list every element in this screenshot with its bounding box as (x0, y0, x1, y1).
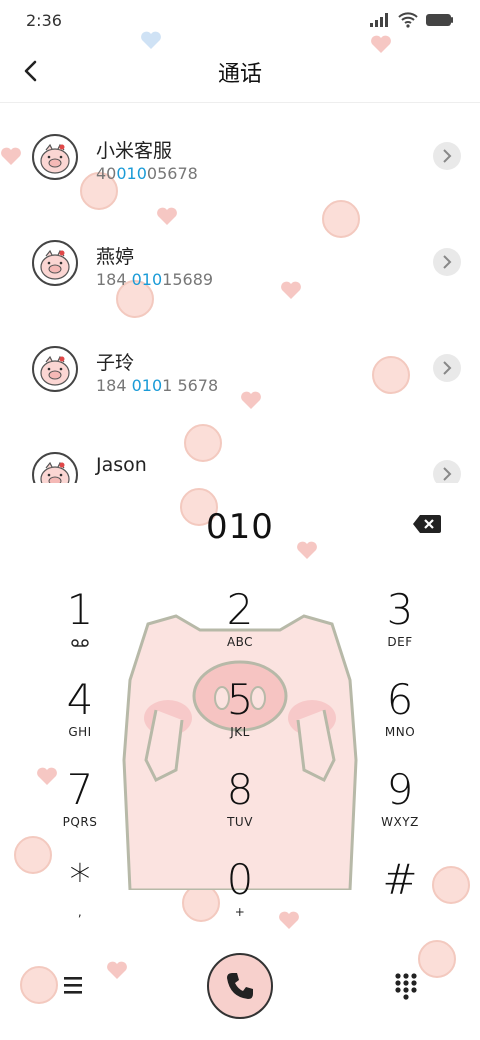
menu-button[interactable] (60, 972, 88, 998)
pig-avatar-icon (40, 461, 70, 483)
contact-detail-button[interactable] (433, 142, 461, 170)
key-3[interactable]: 3 DEF (352, 587, 448, 663)
key-6[interactable]: 6 MNO (352, 677, 448, 753)
key-hash[interactable]: # (352, 857, 448, 933)
status-icons (370, 12, 454, 28)
contact-detail-button[interactable] (433, 248, 461, 276)
key-5[interactable]: 5 JKL (192, 677, 288, 753)
contact-name: 子玲 (96, 352, 135, 374)
key-star[interactable]: * , (32, 857, 128, 933)
header: 通话 (0, 40, 480, 103)
backspace-icon (413, 515, 441, 533)
contact-detail-button[interactable] (433, 460, 461, 483)
contact-number: 184 0101 5678 (96, 376, 219, 395)
contact-row[interactable]: 小米客服 4001005678 (0, 110, 480, 216)
pig-avatar-icon (40, 143, 70, 174)
backspace-button[interactable] (412, 513, 442, 535)
contact-name: Jason (96, 454, 147, 476)
wifi-icon (398, 12, 418, 28)
pig-avatar-icon (40, 249, 70, 280)
page-title: 通话 (217, 62, 262, 87)
chevron-right-icon (443, 467, 452, 481)
dialed-number-display[interactable]: 010 (0, 507, 480, 547)
contact-row[interactable]: 燕婷 184 01015689 (0, 216, 480, 322)
key-2[interactable]: 2 ABC (192, 587, 288, 663)
key-7[interactable]: 7 PQRS (32, 767, 128, 843)
battery-icon (426, 14, 453, 26)
chevron-right-icon (443, 361, 452, 375)
key-9[interactable]: 9 WXYZ (352, 767, 448, 843)
contact-list[interactable]: 小米客服 4001005678 燕婷 184 01015689 子玲 184 0… (0, 110, 480, 483)
chevron-right-icon (443, 255, 452, 269)
chevron-right-icon (443, 149, 452, 163)
contact-number: 184 01015689 (96, 270, 214, 289)
avatar (32, 134, 78, 180)
key-1[interactable]: 1 (32, 587, 128, 663)
contact-number: 4001005678 (96, 164, 198, 183)
status-bar: 2:36 (0, 0, 480, 40)
status-time: 2:36 (26, 10, 62, 30)
call-button[interactable] (207, 953, 273, 1019)
phone-icon (227, 973, 253, 999)
contact-name: 燕婷 (96, 246, 135, 268)
avatar (32, 452, 78, 483)
key-4[interactable]: 4 GHI (32, 677, 128, 753)
keypad-icon (395, 973, 417, 1000)
avatar (32, 240, 78, 286)
contact-name: 小米客服 (96, 140, 173, 162)
key-8[interactable]: 8 TUV (192, 767, 288, 843)
menu-icon (64, 977, 82, 994)
contact-detail-button[interactable] (433, 354, 461, 382)
avatar (32, 346, 78, 392)
key-0[interactable]: 0 + (192, 857, 288, 933)
voicemail-icon (71, 639, 89, 647)
contact-row[interactable]: 子玲 184 0101 5678 (0, 322, 480, 428)
signal-icon (370, 13, 388, 27)
bottom-bar (0, 952, 480, 1020)
dialpad-toggle-button[interactable] (393, 972, 419, 1000)
contact-row[interactable]: Jason (0, 428, 480, 483)
pig-avatar-icon (40, 355, 70, 386)
